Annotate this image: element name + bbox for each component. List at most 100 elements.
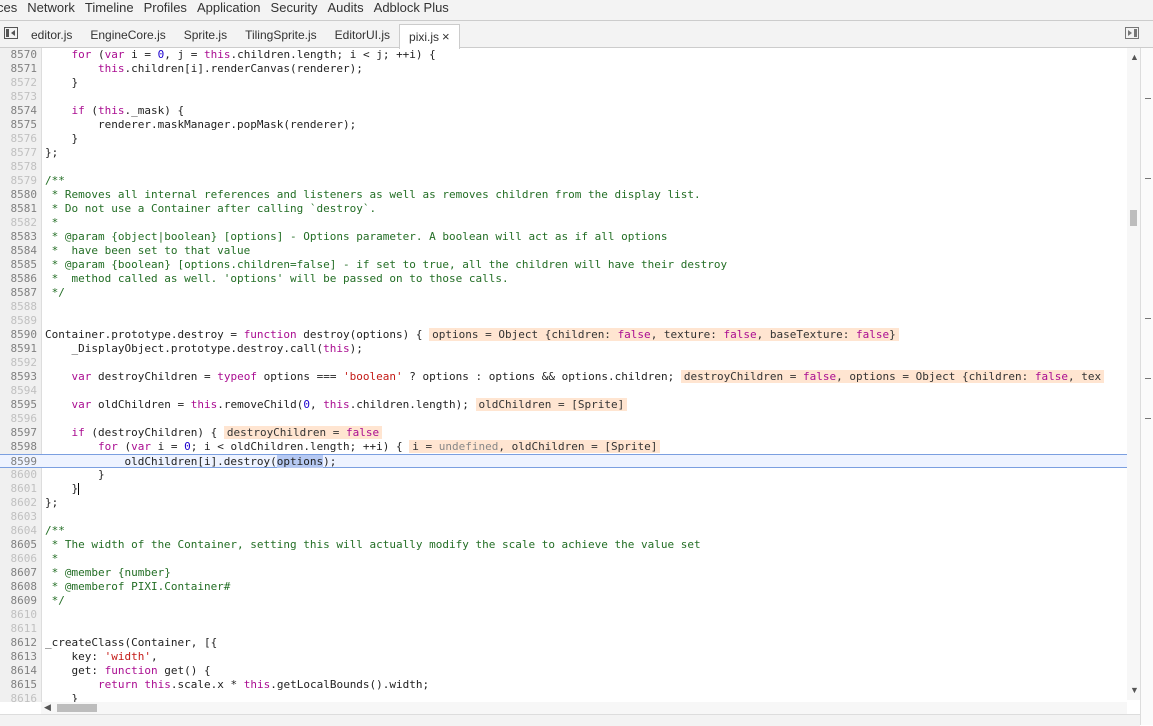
line-number[interactable]: 8606 — [0, 552, 38, 566]
code-line[interactable]: 8608 * @memberof PIXI.Container# — [0, 580, 1127, 594]
line-number[interactable]: 8613 — [0, 650, 38, 664]
line-number[interactable]: 8610 — [0, 608, 38, 622]
inline-value[interactable]: destroyChildren = false — [223, 426, 383, 439]
code-line[interactable]: 8583 * @param {object|boolean} [options]… — [0, 230, 1127, 244]
line-number[interactable]: 8574 — [0, 104, 38, 118]
code-line[interactable]: 8576 } — [0, 132, 1127, 146]
current-execution-line[interactable]: 8599 oldChildren[i].destroy(options); — [0, 454, 1127, 468]
code-line[interactable]: 8609 */ — [0, 594, 1127, 608]
line-number[interactable]: 8608 — [0, 580, 38, 594]
panel-tab-ces[interactable]: ces — [0, 0, 27, 20]
code-line[interactable]: 8579 /** — [0, 174, 1127, 188]
vertical-scroll-thumb[interactable] — [1130, 210, 1137, 226]
line-number[interactable]: 8582 — [0, 216, 38, 230]
code-line[interactable]: 8611 — [0, 622, 1127, 636]
line-number[interactable]: 8594 — [0, 384, 38, 398]
line-number[interactable]: 8571 — [0, 62, 38, 76]
code-line[interactable]: 8589 — [0, 314, 1127, 328]
line-number[interactable]: 8579 — [0, 174, 38, 188]
inline-value[interactable]: oldChildren = [Sprite] — [475, 398, 628, 411]
line-number[interactable]: 8595 — [0, 398, 38, 412]
line-number[interactable]: 8611 — [0, 622, 38, 636]
code-line[interactable]: 8578 — [0, 160, 1127, 174]
line-number[interactable]: 8601 — [0, 482, 38, 496]
horizontal-scroll-thumb[interactable] — [57, 704, 97, 712]
line-number[interactable]: 8609 — [0, 594, 38, 608]
file-tab[interactable]: Sprite.js — [175, 24, 236, 47]
code-line[interactable]: 8607 * @member {number} — [0, 566, 1127, 580]
inline-value[interactable]: i = undefined, oldChildren = [Sprite] — [409, 440, 661, 453]
code-line[interactable]: 8616 } — [0, 692, 1127, 702]
code-line[interactable]: 8572 } — [0, 76, 1127, 90]
code-line[interactable]: 8580 * Removes all internal references a… — [0, 188, 1127, 202]
line-number[interactable]: 8583 — [0, 230, 38, 244]
code-line[interactable]: 8601 } — [0, 482, 1127, 496]
code-line[interactable]: 8571 this.children[i].renderCanvas(rende… — [0, 62, 1127, 76]
code-line[interactable]: 8591 _DisplayObject.prototype.destroy.ca… — [0, 342, 1127, 356]
line-number[interactable]: 8581 — [0, 202, 38, 216]
panel-tab-audits[interactable]: Audits — [328, 0, 374, 20]
line-number[interactable]: 8575 — [0, 118, 38, 132]
code-line[interactable]: 8586 * method called as well. 'options' … — [0, 272, 1127, 286]
code-line[interactable]: 8595 var oldChildren = this.removeChild(… — [0, 398, 1127, 412]
code-line[interactable]: 8590 Container.prototype.destroy = functi… — [0, 328, 1127, 342]
panel-tab-timeline[interactable]: Timeline — [85, 0, 144, 20]
vertical-scrollbar[interactable]: ▲ ▼ — [1127, 48, 1140, 700]
line-number[interactable]: 8587 — [0, 286, 38, 300]
scroll-left-icon[interactable]: ◀ — [44, 702, 51, 713]
code-line[interactable]: 8602}; — [0, 496, 1127, 510]
line-number[interactable]: 8605 — [0, 538, 38, 552]
line-number[interactable]: 8599 — [0, 455, 38, 469]
code-line[interactable]: 8600 } — [0, 468, 1127, 482]
line-number[interactable]: 8612 — [0, 636, 38, 650]
code-line[interactable]: 8605 * The width of the Container, setti… — [0, 538, 1127, 552]
panel-tab-application[interactable]: Application — [197, 0, 271, 20]
line-number[interactable]: 8598 — [0, 440, 38, 454]
inline-value[interactable]: destroyChildren = false, options = Objec… — [680, 370, 1105, 383]
line-number[interactable]: 8616 — [0, 692, 38, 702]
code-line[interactable]: 8598 for (var i = 0; i < oldChildren.len… — [0, 440, 1127, 454]
panel-toggle-icon[interactable] — [1125, 27, 1139, 39]
line-number[interactable]: 8573 — [0, 90, 38, 104]
file-tab[interactable]: editor.js — [22, 24, 81, 47]
line-number[interactable]: 8588 — [0, 300, 38, 314]
inline-value[interactable]: options = Object {children: false, textu… — [429, 328, 899, 341]
line-number[interactable]: 8604 — [0, 524, 38, 538]
code-line[interactable]: 8612 _createClass(Container, [{ — [0, 636, 1127, 650]
line-number[interactable]: 8591 — [0, 342, 38, 356]
sidebar-toggle-icon[interactable] — [4, 27, 18, 39]
code-line[interactable]: 8577}; — [0, 146, 1127, 160]
line-number[interactable]: 8597 — [0, 426, 38, 440]
line-number[interactable]: 8596 — [0, 412, 38, 426]
code-line[interactable]: 8594 — [0, 384, 1127, 398]
code-editor[interactable]: 8570 for (var i = 0, j = this.children.l… — [0, 48, 1127, 702]
line-number[interactable]: 8593 — [0, 370, 38, 384]
line-number[interactable]: 8585 — [0, 258, 38, 272]
line-number[interactable]: 8615 — [0, 678, 38, 692]
code-line[interactable]: 8592 — [0, 356, 1127, 370]
file-tab[interactable]: pixi.js × — [399, 24, 460, 49]
line-number[interactable]: 8614 — [0, 664, 38, 678]
line-number[interactable]: 8607 — [0, 566, 38, 580]
line-number[interactable]: 8577 — [0, 146, 38, 160]
code-line[interactable]: 8614 get: function get() { — [0, 664, 1127, 678]
line-number[interactable]: 8602 — [0, 496, 38, 510]
code-line[interactable]: 8610 — [0, 608, 1127, 622]
code-line[interactable]: 8603 — [0, 510, 1127, 524]
panel-tab-adblock-plus[interactable]: Adblock Plus — [374, 0, 459, 20]
line-number[interactable]: 8576 — [0, 132, 38, 146]
line-number[interactable]: 8589 — [0, 314, 38, 328]
code-line[interactable]: 8615 return this.scale.x * this.getLocal… — [0, 678, 1127, 692]
code-line[interactable]: 8596 — [0, 412, 1127, 426]
scroll-down-icon[interactable]: ▼ — [1130, 685, 1139, 695]
code-line[interactable]: 8584 * have been set to that value — [0, 244, 1127, 258]
horizontal-scrollbar[interactable]: ◀ — [41, 702, 1127, 714]
panel-tab-profiles[interactable]: Profiles — [144, 0, 197, 20]
code-line[interactable]: 8593 var destroyChildren = typeof option… — [0, 370, 1127, 384]
code-line[interactable]: 8575 renderer.maskManager.popMask(render… — [0, 118, 1127, 132]
code-line[interactable]: 8570 for (var i = 0, j = this.children.l… — [0, 48, 1127, 62]
line-number[interactable]: 8580 — [0, 188, 38, 202]
code-line[interactable]: 8587 */ — [0, 286, 1127, 300]
file-tab[interactable]: EngineCore.js — [81, 24, 174, 47]
panel-tab-network[interactable]: Network — [27, 0, 85, 20]
